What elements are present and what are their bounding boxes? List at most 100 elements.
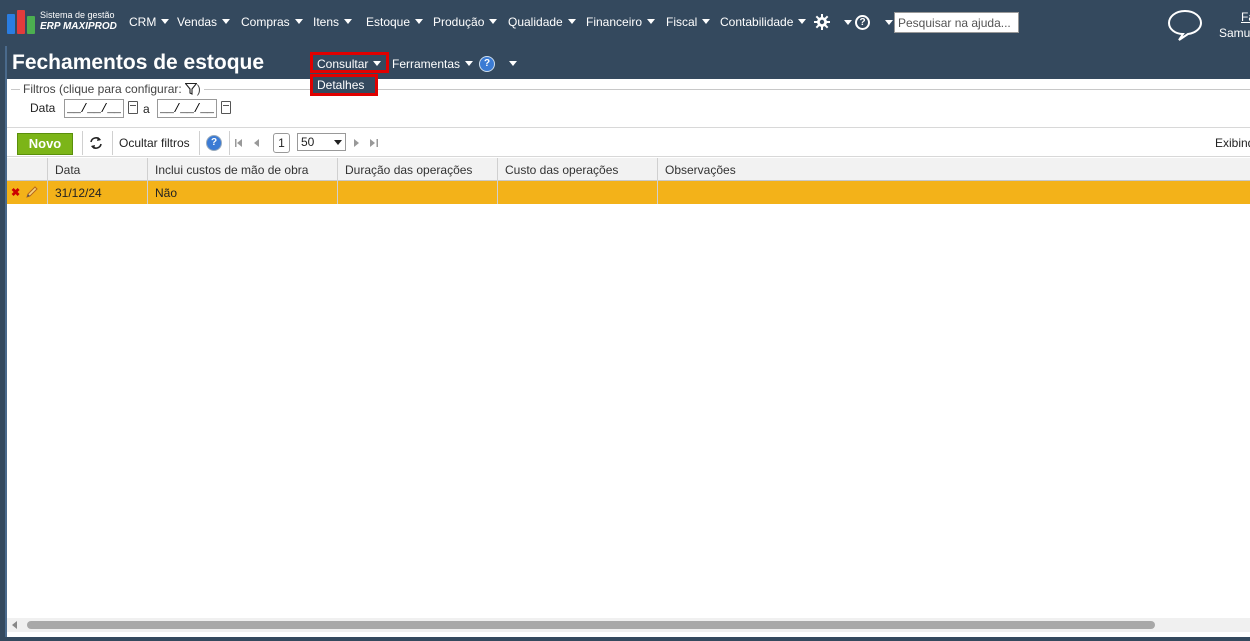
logo[interactable]: Sistema de gestão ERP MAXIPROD [7,10,117,36]
new-button[interactable]: Novo [17,133,73,155]
user-name: Samu [1219,26,1250,40]
help-search-input[interactable] [894,12,1019,33]
help-icon[interactable]: ? [855,15,870,30]
chevron-down-icon [344,19,353,24]
chevron-down-icon [702,19,711,24]
column-header-observacoes[interactable]: Observações [658,158,1250,181]
chevron-down-icon[interactable] [885,20,893,25]
table-row[interactable]: ✖ 31/12/24 Não [7,181,1250,204]
page-size-select[interactable]: 50 [297,133,346,151]
last-page-icon[interactable] [370,139,378,147]
nav-item-vendas[interactable]: Vendas [177,15,231,29]
hide-filters-button[interactable]: Ocultar filtros [119,136,190,150]
page-size-value: 50 [301,135,315,149]
nav-label: Compras [241,15,290,29]
nav-label: Financeiro [586,15,643,29]
toolbar-divider [229,131,230,155]
chevron-down-icon [222,19,231,24]
date-label: Data [30,101,56,115]
consultar-label: Consultar [317,57,369,71]
data-grid: Data Inclui custos de mão de obra Duraçã… [7,158,1250,204]
nav-item-compras[interactable]: Compras [241,15,303,29]
cell-inclui-custos: Não [148,181,338,204]
top-navbar: Sistema de gestão ERP MAXIPROD CRM Venda… [0,0,1250,46]
edit-pencil-icon[interactable] [25,185,39,199]
grid-toolbar: Novo Ocultar filtros ? 1 50 Exibind [7,127,1250,157]
funnel-icon[interactable] [184,83,197,95]
chevron-down-icon [647,19,656,24]
filters-panel: Filtros (clique para configurar:) Data a [11,82,1250,127]
help-icon[interactable]: ? [479,56,495,72]
chevron-down-icon [373,61,382,66]
horizontal-scrollbar[interactable] [7,618,1250,632]
chevron-down-icon [334,140,342,145]
ferramentas-menu[interactable]: Ferramentas [392,57,474,71]
filters-legend[interactable]: Filtros (clique para configurar:) [20,82,204,96]
column-header-inclui-custos[interactable]: Inclui custos de mão de obra [148,158,338,181]
nav-item-contabilidade[interactable]: Contabilidade [720,15,807,29]
cell-duracao [338,181,498,204]
main-content: Fechamentos de estoque Consultar Ferrame… [5,46,1250,637]
chevron-down-icon [161,19,170,24]
nav-label: Vendas [177,15,218,29]
cell-data: 31/12/24 [48,181,148,204]
cell-observacoes [658,181,1250,204]
date-from-input[interactable] [64,99,124,118]
title-bar: Fechamentos de estoque Consultar Ferrame… [7,46,1250,79]
nav-item-crm[interactable]: CRM [129,15,170,29]
help-icon[interactable]: ? [206,135,222,151]
user-link[interactable]: Fa [1241,10,1250,24]
nav-item-itens[interactable]: Itens [313,15,353,29]
toolbar-divider [82,131,83,155]
grid-header: Data Inclui custos de mão de obra Duraçã… [7,158,1250,181]
toolbar-divider [112,131,113,155]
chevron-down-icon[interactable] [509,61,517,66]
nav-item-estoque[interactable]: Estoque [366,15,424,29]
first-page-icon[interactable] [235,139,243,147]
nav-item-financeiro[interactable]: Financeiro [586,15,656,29]
prev-page-icon[interactable] [254,139,260,147]
chevron-down-icon [489,19,498,24]
nav-item-producao[interactable]: Produção [433,15,498,29]
column-header-duracao[interactable]: Duração das operações [338,158,498,181]
chevron-down-icon [465,61,474,66]
logo-line-1: Sistema de gestão [40,10,115,20]
gear-icon[interactable] [814,14,830,30]
nav-label: Qualidade [508,15,563,29]
cell-custo [498,181,658,204]
nav-item-fiscal[interactable]: Fiscal [666,15,711,29]
nav-label: CRM [129,15,157,29]
nav-label: Produção [433,15,485,29]
logo-line-2: ERP MAXIPROD [40,21,117,32]
scroll-left-arrow-icon[interactable] [12,621,17,629]
filters-legend-text: Filtros (clique para configurar: [23,82,182,96]
consultar-menu[interactable]: Consultar [310,52,389,73]
row-actions: ✖ [7,181,48,204]
delete-icon[interactable]: ✖ [11,186,20,199]
page-title: Fechamentos de estoque [12,51,265,74]
logo-text: Sistema de gestão ERP MAXIPROD [40,10,117,32]
date-range-separator: a [143,102,150,116]
chevron-down-icon [294,19,303,24]
column-header-custo[interactable]: Custo das operações [498,158,658,181]
page-number-input[interactable]: 1 [273,133,290,153]
chat-icon[interactable] [1166,8,1204,42]
menu-item-detalhes[interactable]: Detalhes [313,77,375,93]
column-header-data[interactable]: Data [48,158,148,181]
nav-label: Contabilidade [720,15,794,29]
actions-column-header [7,158,48,181]
date-to-input[interactable] [157,99,217,118]
refresh-icon[interactable] [89,136,103,150]
nav-item-qualidade[interactable]: Qualidade [508,15,576,29]
chevron-down-icon[interactable] [844,20,852,25]
filters-legend-close: ) [196,82,201,96]
nav-label: Estoque [366,15,411,29]
calendar-icon[interactable] [128,101,138,114]
toolbar-divider [199,131,200,155]
calendar-icon[interactable] [221,101,231,114]
consultar-dropdown: Detalhes [310,74,378,96]
scrollbar-thumb[interactable] [27,621,1155,629]
next-page-icon[interactable] [354,139,360,147]
chevron-down-icon [415,19,424,24]
records-info: Exibind [1215,136,1250,150]
